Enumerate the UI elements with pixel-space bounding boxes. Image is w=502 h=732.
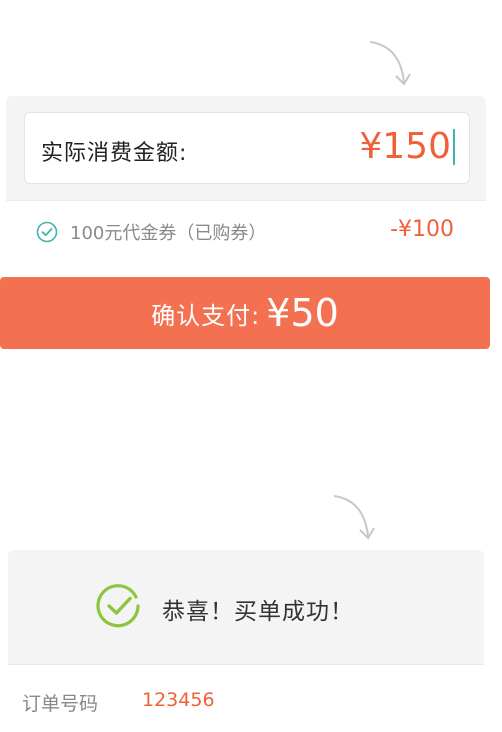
order-number-value: 123456	[142, 689, 215, 711]
confirm-label: 确认支付:	[151, 301, 261, 330]
confirm-payment-button[interactable]: 确认支付: ¥50	[0, 277, 490, 349]
amount-value: ¥150	[359, 126, 451, 167]
success-card: 恭喜！买单成功！ 订单号码 123456	[8, 550, 484, 732]
coupon-discount: -¥100	[390, 217, 454, 242]
order-number-label: 订单号码	[22, 693, 99, 715]
order-number-row: 订单号码 123456	[8, 664, 484, 732]
confirm-amount: ¥50	[266, 291, 339, 335]
success-check-icon	[96, 584, 140, 628]
coupon-row[interactable]: 100元代金券（已购券） -¥100	[6, 200, 486, 248]
amount-input[interactable]: ¥150	[359, 125, 455, 169]
amount-input-row[interactable]: 实际消费金额: ¥150	[24, 112, 470, 184]
text-cursor	[453, 129, 455, 165]
pointer-arrow-icon	[369, 41, 411, 86]
check-circle-icon[interactable]	[36, 221, 58, 243]
success-message: 恭喜！买单成功！	[162, 599, 354, 625]
amount-label: 实际消费金额:	[41, 141, 188, 166]
success-header: 恭喜！买单成功！	[8, 550, 484, 664]
pointer-arrow-icon	[333, 495, 375, 540]
coupon-label: 100元代金券（已购券）	[70, 223, 267, 244]
